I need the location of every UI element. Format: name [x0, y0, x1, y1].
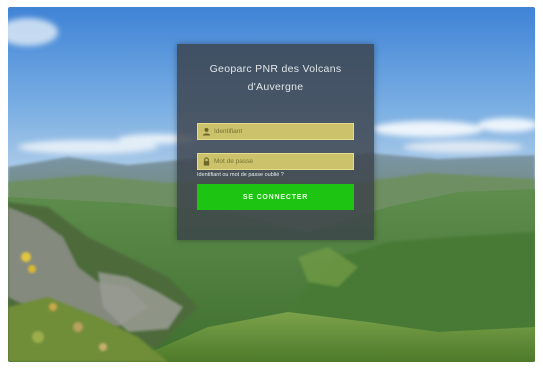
title-line-2: d'Auvergne [247, 81, 304, 93]
login-screen: Geoparc PNR des Volcans d'Auvergne Ident… [8, 7, 535, 362]
login-panel: Geoparc PNR des Volcans d'Auvergne Ident… [177, 44, 374, 240]
password-field[interactable] [197, 153, 354, 170]
title-line-1: Geoparc PNR des Volcans [209, 63, 342, 75]
login-title: Geoparc PNR des Volcans d'Auvergne [177, 60, 374, 96]
username-input[interactable] [214, 124, 350, 139]
lock-icon [203, 157, 210, 166]
username-field[interactable] [197, 123, 354, 140]
password-input[interactable] [214, 154, 350, 169]
user-icon [202, 127, 211, 136]
forgot-password-link[interactable]: Identifiant ou mot de passe oublié ? [197, 172, 284, 178]
login-button[interactable]: SE CONNECTER [197, 184, 354, 210]
